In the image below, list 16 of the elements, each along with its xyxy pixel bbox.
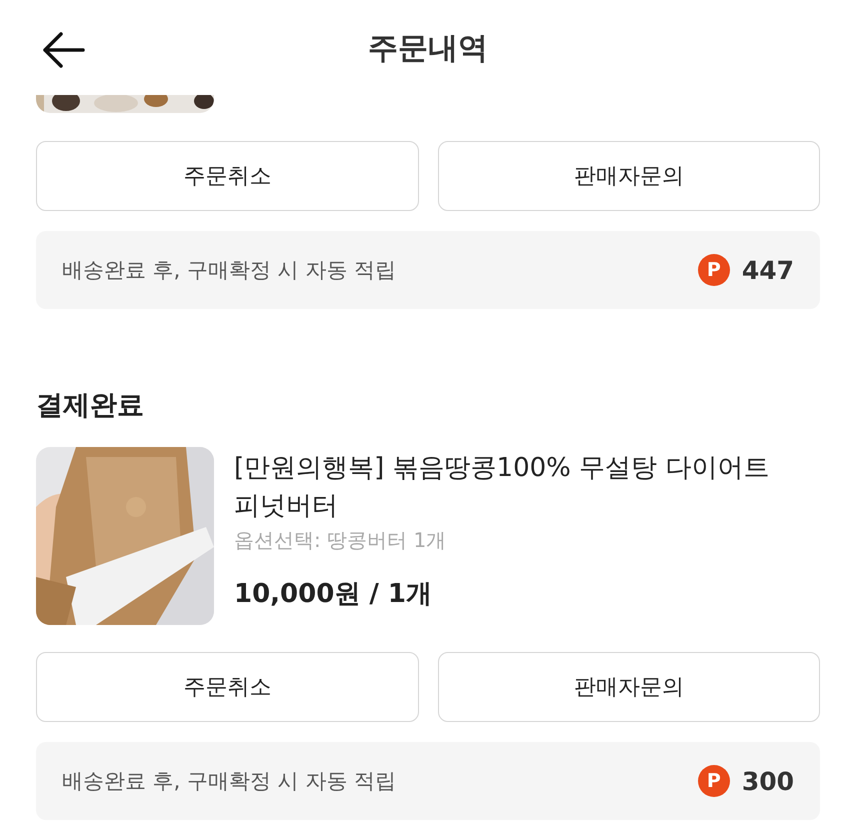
cancel-order-button[interactable]: 주문취소 xyxy=(36,141,418,211)
point-badge: P xyxy=(698,765,730,797)
point-badge: P xyxy=(698,254,730,286)
product-price: 10,000원 / 1개 xyxy=(234,578,434,611)
product-title[interactable]: [만원의행복] 볶음땅콩100% 무설탕 다이어트 피넛버터 xyxy=(234,449,820,525)
contact-seller-button[interactable]: 판매자문의 xyxy=(438,141,820,211)
order-status: 결제완료 xyxy=(36,389,145,423)
back-arrow-icon[interactable] xyxy=(41,32,85,68)
points-note: 배송완료 후, 구매확정 시 자동 적립 xyxy=(62,768,398,795)
contact-seller-button[interactable]: 판매자문의 xyxy=(438,652,820,722)
points-note: 배송완료 후, 구매확정 시 자동 적립 xyxy=(62,257,398,284)
product-option: 옵션선택: 땅콩버터 1개 xyxy=(234,527,820,554)
points-amount: 300 xyxy=(742,766,794,796)
page-title: 주문내역 xyxy=(368,30,488,68)
points-amount: 447 xyxy=(742,256,794,284)
cancel-order-button[interactable]: 주문취소 xyxy=(36,652,418,722)
